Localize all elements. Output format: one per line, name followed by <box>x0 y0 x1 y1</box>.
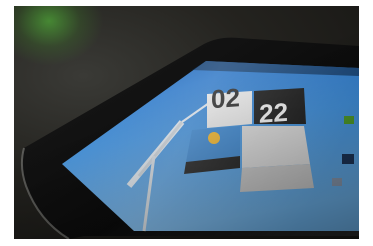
photo-vignette <box>14 6 359 239</box>
photo-frame: 02 22 <box>14 6 359 239</box>
